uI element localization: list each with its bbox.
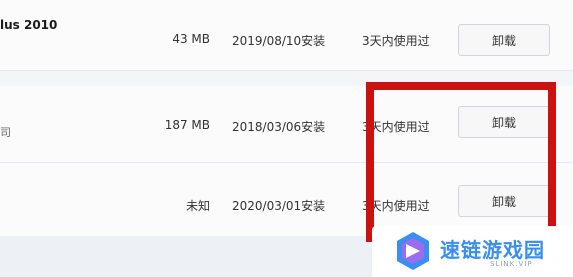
watermark: 速链游戏园 SLINK.VIP <box>372 226 573 277</box>
program-size: 未知 <box>185 199 210 213</box>
program-last-used: 3天内使用过 <box>362 34 430 48</box>
watermark-title: 速链游戏园 <box>440 238 545 262</box>
program-install-date: 2019/08/10安装 <box>232 34 326 48</box>
program-install-date: 2018/03/06安装 <box>232 120 326 134</box>
highlight-annotation-box <box>366 82 556 242</box>
watermark-logo-icon <box>397 232 429 270</box>
uninstall-button[interactable]: 卸载 <box>458 24 550 56</box>
program-size: 43 MB <box>172 32 210 46</box>
program-install-date: 2020/03/01安装 <box>232 199 326 213</box>
program-publisher: 司 <box>0 126 11 139</box>
program-row[interactable]: lus 2010 43 MB 2019/08/10安装 3天内使用过 卸载 <box>0 0 573 71</box>
program-name: lus 2010 <box>0 18 58 32</box>
watermark-subtitle: SLINK.VIP <box>490 260 533 268</box>
program-size: 187 MB <box>164 118 210 132</box>
